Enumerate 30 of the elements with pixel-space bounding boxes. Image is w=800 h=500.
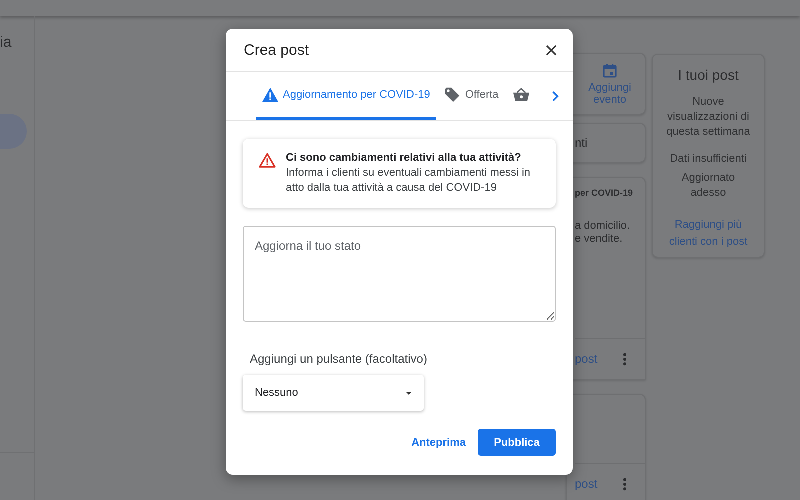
calendar-icon <box>602 62 618 78</box>
more-icon[interactable] <box>623 352 627 366</box>
card-text: nti <box>575 136 588 150</box>
tab[interactable]: Aggiornamento per COVID-19 <box>256 72 436 120</box>
notice-text: Informa i clienti su eventuali cambiamenti messi in atto dalla tua attività a causa del COVID-19 <box>286 166 532 196</box>
caret-icon <box>406 392 412 394</box>
close-icon[interactable] <box>546 44 557 56</box>
button-select[interactable]: Nessuno <box>243 375 424 411</box>
more-icon[interactable] <box>623 478 627 490</box>
post-tag: per COVID-19 <box>575 188 645 198</box>
warning-icon <box>262 86 279 102</box>
tab[interactable]: Offerta <box>438 72 505 120</box>
basket-icon <box>512 86 530 102</box>
warning-icon <box>259 153 276 168</box>
stats-title: I tuoi post <box>678 67 739 83</box>
post-text: e vendite. <box>575 233 624 246</box>
sidebar-heading: ia <box>0 34 12 51</box>
stats-updated: Aggiornato adesso <box>680 171 736 201</box>
chevron-right-icon[interactable] <box>552 90 559 102</box>
add-event-label: Aggiungi evento <box>588 82 632 106</box>
stats-metric: Nuove visualizzazioni di questa settimana <box>666 95 752 140</box>
status-field[interactable]: Aggiorna il tuo stato <box>243 226 556 322</box>
preview-link[interactable]: Anteprima <box>410 432 468 452</box>
stats-value: Dati insufficienti <box>670 152 747 167</box>
publish-button[interactable]: Pubblica <box>478 429 556 456</box>
post-text: a domicilio. <box>575 220 632 233</box>
dialog-title: Crea post <box>244 42 310 58</box>
tag-icon <box>444 86 462 102</box>
notice-title: Ci sono cambiamenti relativi alla tua attività? <box>286 151 522 166</box>
button-label: Aggiungi un pulsante (facoltativo) <box>250 352 428 366</box>
